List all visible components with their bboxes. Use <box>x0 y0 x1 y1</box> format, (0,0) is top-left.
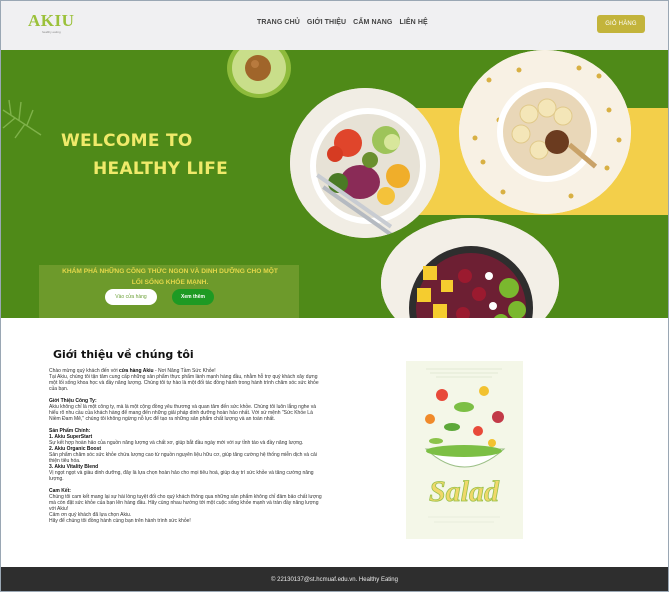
site-header: AKIU healthy eating TRANG CHỦ GIỚI THIỆU… <box>1 1 668 50</box>
avocado-image <box>227 50 291 98</box>
logo-subtext: healthy eating <box>42 30 61 34</box>
view-more-button[interactable]: Xem thêm <box>172 289 214 305</box>
product-2-body: Sản phẩm chăm sóc sức khỏe chứa lượng ca… <box>49 452 317 464</box>
hero-title-line2: HEALTHY LIFE <box>93 159 229 179</box>
poster-word: Salad <box>429 475 500 508</box>
nav-item-contact[interactable]: LIÊN HỆ <box>399 19 427 26</box>
closing-line-2: Hãy để chúng tôi đồng hành cùng bạn trên… <box>49 518 191 524</box>
about-text: Chào mừng quý khách đến với cửa hàng Aki… <box>49 368 324 524</box>
about-intro-body: Tại Akiu, chúng tôi tận tâm cung cấp nhữ… <box>49 374 319 392</box>
hero-title-line1: WELCOME TO <box>61 131 193 151</box>
nav-item-handbook[interactable]: CẨM NANG <box>353 19 392 26</box>
commitment-body: Chúng tôi cam kết mang lại sự hài lòng t… <box>49 494 322 512</box>
logo-text: AKIU <box>28 11 75 30</box>
site-footer: © 22130137@st.hcmuaf.edu.vn. Healthy Eat… <box>1 567 668 591</box>
brand-logo[interactable]: AKIU healthy eating <box>28 11 74 35</box>
smoothie-bowl-image <box>381 218 559 318</box>
about-title: Giới thiệu về chúng tôi <box>53 348 194 361</box>
hero-banner: WELCOME TO HEALTHY LIFE KHÁM PHÁ NHỮNG C… <box>1 50 668 318</box>
company-body: Akiu không chỉ là một công ty, mà là một… <box>49 404 316 422</box>
salad-bowl-image <box>290 88 440 238</box>
shop-button[interactable]: Vào cửa hàng <box>105 289 157 305</box>
footer-text: © 22130137@st.hcmuaf.edu.vn. Healthy Eat… <box>271 577 398 583</box>
page: AKIU healthy eating TRANG CHỦ GIỚI THIỆU… <box>0 0 669 592</box>
main-nav: TRANG CHỦ GIỚI THIỆU CẨM NANG LIÊN HỆ <box>257 19 428 26</box>
salad-poster-image: Salad <box>406 361 523 539</box>
herb-leaf-decoration <box>2 99 42 139</box>
product-3-body: Vị ngọt ngọt và giàu dinh dưỡng, đây là … <box>49 470 314 482</box>
oatmeal-bowl-image <box>459 50 631 214</box>
cart-button[interactable]: GIỎ HÀNG <box>597 15 645 33</box>
nav-item-about[interactable]: GIỚI THIỆU <box>307 19 346 26</box>
nav-item-home[interactable]: TRANG CHỦ <box>257 19 300 26</box>
hero-subtitle: KHÁM PHÁ NHỮNG CÔNG THỨC NGON VÀ DINH DƯ… <box>62 268 278 286</box>
